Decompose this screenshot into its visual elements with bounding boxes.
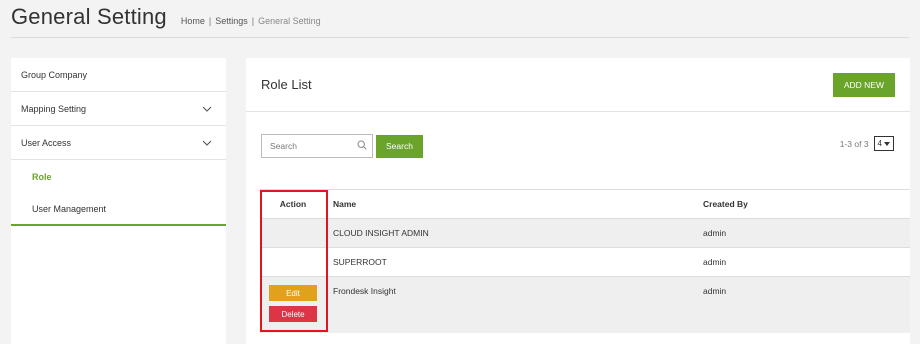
table-row[interactable]: SUPERROOT admin xyxy=(260,247,910,276)
row-name: CLOUD INSIGHT ADMIN xyxy=(333,228,429,238)
sidebar-item-mapping-setting[interactable]: Mapping Setting xyxy=(11,92,226,126)
pagination-range: 1-3 of 3 xyxy=(839,138,869,149)
sidebar-subitem-user-management[interactable]: User Management xyxy=(11,193,226,226)
sidebar-item-group-company[interactable]: Group Company xyxy=(11,58,226,92)
row-created-by: admin xyxy=(703,228,727,238)
row-created-by: admin xyxy=(703,257,727,267)
role-list-panel: Role List ADD NEW Search 1-3 of 3 4 Acti… xyxy=(246,58,910,344)
column-header-action: Action xyxy=(279,199,307,209)
column-header-created-by: Created By xyxy=(703,199,748,209)
sidebar-item-label: Group Company xyxy=(21,69,88,80)
sidebar-subitem-label: User Management xyxy=(32,203,107,214)
pagination: 1-3 of 3 4 xyxy=(840,136,894,151)
caret-down-icon xyxy=(884,141,890,146)
row-action-cell xyxy=(260,248,326,276)
row-created-by: admin xyxy=(703,286,727,296)
table-header-row: Action Name Created By xyxy=(260,189,910,218)
edit-button[interactable]: Edit xyxy=(269,285,317,301)
delete-button[interactable]: Delete xyxy=(269,306,317,322)
search-icon xyxy=(357,137,367,155)
chevron-down-icon[interactable] xyxy=(202,138,212,148)
table-row[interactable]: Edit Delete Frondesk Insight admin xyxy=(260,276,910,333)
page-size-value: 4 xyxy=(877,139,882,148)
panel-title: Role List xyxy=(261,77,312,92)
add-new-button[interactable]: ADD NEW xyxy=(832,72,895,97)
sidebar-item-label: User Access xyxy=(21,137,72,148)
table-row[interactable]: CLOUD INSIGHT ADMIN admin xyxy=(260,218,910,247)
row-action-cell xyxy=(260,219,326,247)
breadcrumb-separator: | xyxy=(251,16,255,26)
breadcrumb-home[interactable]: Home xyxy=(181,16,205,26)
search-toolbar: Search xyxy=(261,134,423,158)
breadcrumb-current: General Setting xyxy=(258,16,321,26)
sidebar-item-label: Mapping Setting xyxy=(21,103,87,114)
page-header: General Setting Home | Settings | Genera… xyxy=(11,4,321,34)
search-button[interactable]: Search xyxy=(376,134,423,158)
row-name: Frondesk Insight xyxy=(333,286,396,296)
row-action-cell: Edit Delete xyxy=(260,277,326,333)
role-table: Action Name Created By CLOUD INSIGHT ADM… xyxy=(260,189,910,333)
breadcrumb: Home | Settings | General Setting xyxy=(181,16,321,26)
sidebar-item-user-access[interactable]: User Access xyxy=(11,126,226,160)
page-title: General Setting xyxy=(11,4,167,29)
panel-header: Role List ADD NEW xyxy=(246,58,910,112)
breadcrumb-settings[interactable]: Settings xyxy=(215,16,248,26)
chevron-down-icon[interactable] xyxy=(202,104,212,114)
search-field[interactable] xyxy=(261,134,373,158)
breadcrumb-separator: | xyxy=(208,16,212,26)
row-name: SUPERROOT xyxy=(333,257,387,267)
page-size-select[interactable]: 4 xyxy=(873,136,894,151)
search-input[interactable] xyxy=(270,141,350,151)
header-divider xyxy=(11,37,909,38)
sidebar: Group Company Mapping Setting User Acces… xyxy=(11,58,226,344)
sidebar-subitem-label: Role xyxy=(32,171,52,182)
column-header-name: Name xyxy=(333,199,357,209)
sidebar-subitem-role[interactable]: Role xyxy=(11,160,226,193)
